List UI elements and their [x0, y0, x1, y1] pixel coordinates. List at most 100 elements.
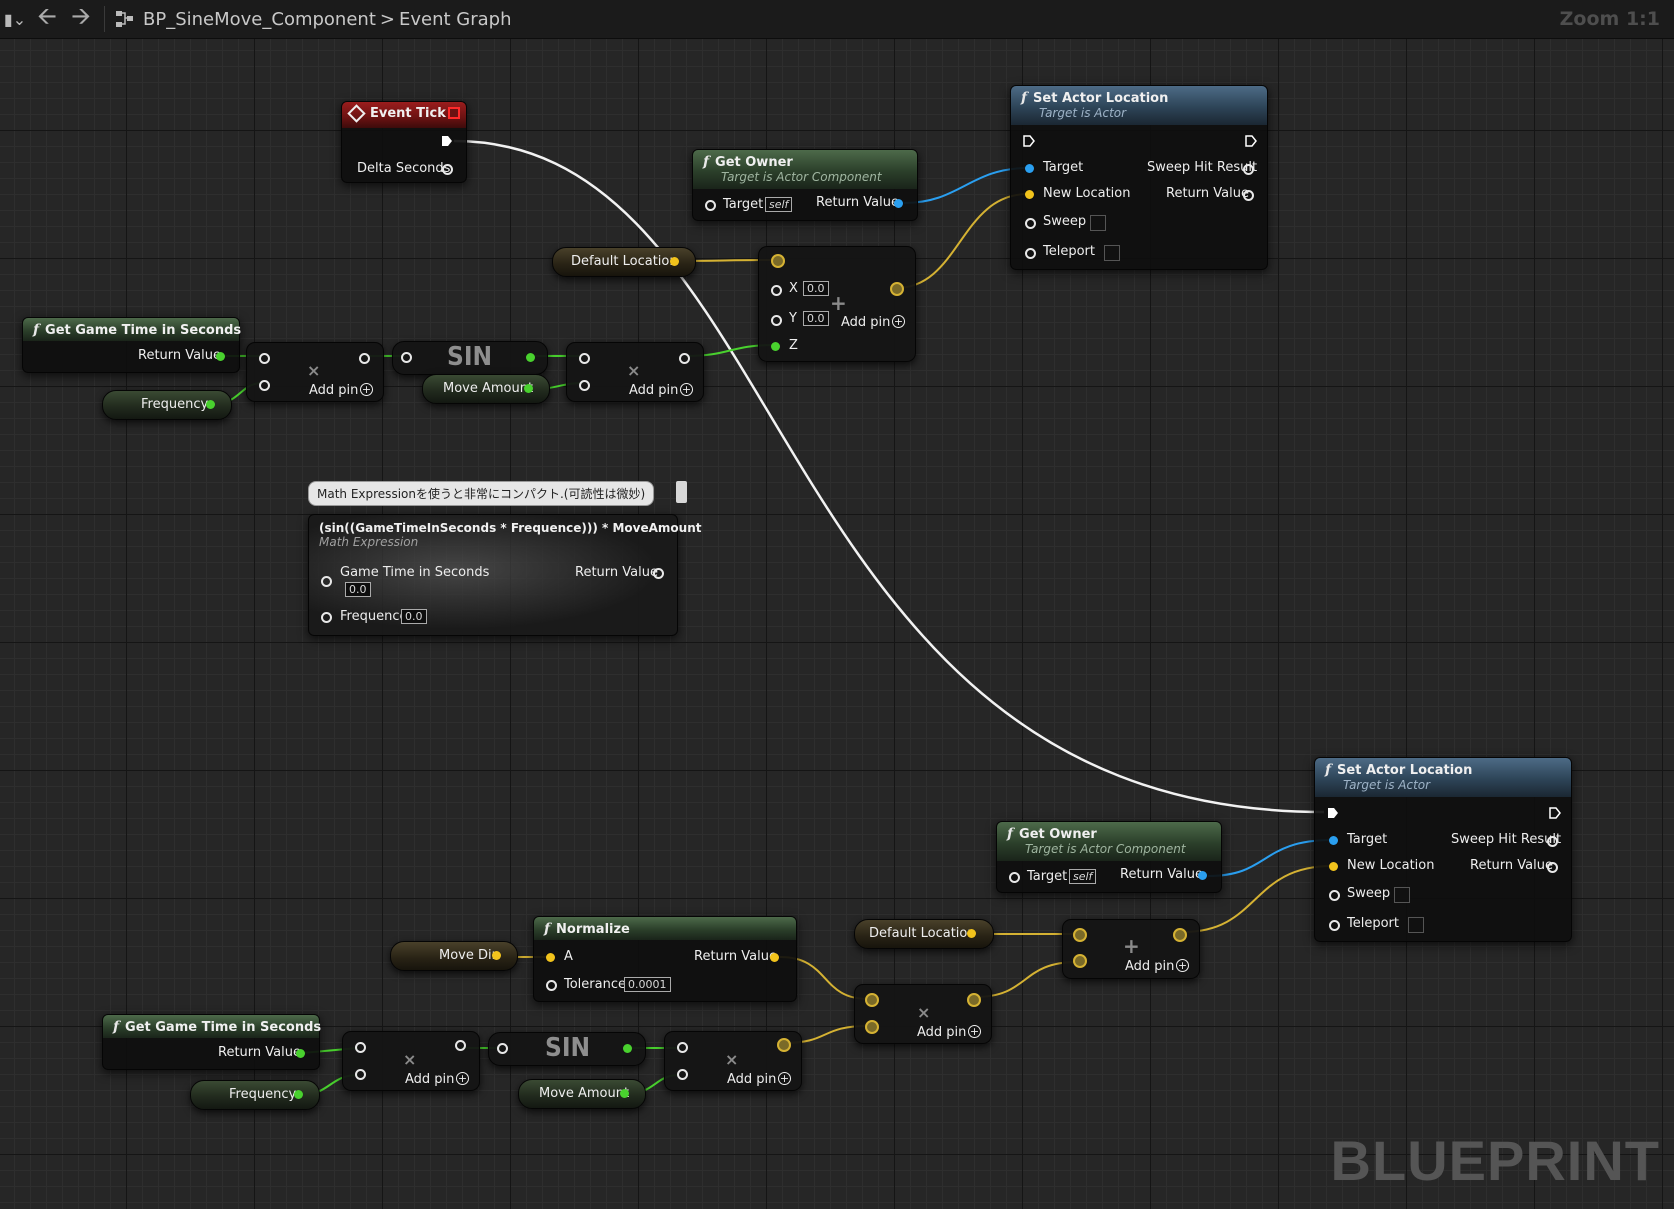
- a-pin[interactable]: [546, 953, 555, 962]
- math-expression-node[interactable]: (sin((GameTimeInSeconds * Frequence))) *…: [308, 514, 701, 636]
- default-location-pin[interactable]: [670, 257, 679, 266]
- b-pin[interactable]: [259, 380, 270, 391]
- teleport-pin[interactable]: [1329, 920, 1340, 931]
- self-value[interactable]: self: [765, 197, 793, 212]
- sin-in-pin[interactable]: [401, 352, 412, 363]
- y-value[interactable]: 0.0: [803, 311, 829, 326]
- exec-out-pin[interactable]: [1245, 135, 1257, 147]
- sin-node-bottom[interactable]: SIN: [488, 1032, 646, 1066]
- target-pin[interactable]: [1009, 872, 1020, 883]
- add-pin-icon[interactable]: +: [892, 315, 905, 328]
- delta-seconds-pin[interactable]: [442, 164, 453, 175]
- sin-out-pin[interactable]: [623, 1044, 632, 1053]
- x-pin[interactable]: [771, 285, 782, 296]
- multiply-node-top-1[interactable]: × Add pin +: [246, 342, 384, 402]
- exec-out-pin[interactable]: [441, 135, 453, 147]
- new-location-pin[interactable]: [1025, 190, 1034, 199]
- tolerance-pin[interactable]: [546, 980, 557, 991]
- exec-in-pin[interactable]: [1327, 807, 1339, 819]
- b-pin[interactable]: [355, 1069, 366, 1080]
- sweep-hit-result-pin[interactable]: [1243, 164, 1254, 175]
- add-pin-icon[interactable]: +: [456, 1072, 469, 1085]
- normalize-node[interactable]: f Normalize A Return Value Tolerance 0.00…: [533, 916, 797, 1002]
- return-value-pin[interactable]: [296, 1049, 305, 1058]
- move-amount-var-bottom[interactable]: Move Amount: [518, 1079, 646, 1109]
- return-value-pin[interactable]: [653, 568, 664, 579]
- multiply-node-bottom-1[interactable]: × Add pin +: [342, 1031, 480, 1091]
- set-actor-location-node-top[interactable]: f Set Actor Location Target is Actor Targ…: [1010, 85, 1268, 270]
- b-pin[interactable]: [579, 380, 590, 391]
- tolerance-value[interactable]: 0.0001: [624, 977, 671, 992]
- target-pin[interactable]: [1329, 836, 1338, 845]
- return-value-pin[interactable]: [216, 352, 225, 361]
- move-dir-var[interactable]: Move Dir: [390, 941, 518, 971]
- teleport-checkbox[interactable]: [1104, 245, 1120, 261]
- game-time-pin[interactable]: [321, 576, 332, 587]
- vector-add-node-bottom[interactable]: + Add pin +: [1062, 919, 1200, 979]
- result-pin[interactable]: [1173, 928, 1187, 942]
- exec-in-pin[interactable]: [1023, 135, 1035, 147]
- frequence-value[interactable]: 0.0: [401, 609, 427, 624]
- get-game-time-node-bottom[interactable]: f Get Game Time in Seconds Return Value: [102, 1014, 321, 1070]
- sweep-checkbox[interactable]: [1394, 887, 1410, 903]
- get-game-time-node-top[interactable]: f Get Game Time in Seconds Return Value: [22, 317, 241, 373]
- move-amount-var-top[interactable]: Move Amount: [422, 374, 550, 404]
- default-location-var-bottom[interactable]: Default Location: [854, 919, 994, 949]
- get-owner-node-bottom[interactable]: f Get Owner Target is Actor Component Tar…: [996, 821, 1222, 893]
- frequency-pin[interactable]: [206, 400, 215, 409]
- result-pin[interactable]: [679, 353, 690, 364]
- breadcrumb-graph[interactable]: Event Graph: [395, 9, 516, 30]
- sweep-pin[interactable]: [1025, 218, 1036, 229]
- move-amount-pin[interactable]: [524, 384, 533, 393]
- result-pin[interactable]: [455, 1040, 466, 1051]
- sweep-checkbox[interactable]: [1090, 215, 1106, 231]
- sweep-pin[interactable]: [1329, 890, 1340, 901]
- game-time-value[interactable]: 0.0: [345, 582, 371, 597]
- add-pin-icon[interactable]: +: [778, 1072, 791, 1085]
- add-pin-icon[interactable]: +: [1176, 959, 1189, 972]
- vector-in-pin[interactable]: [771, 254, 785, 268]
- target-pin[interactable]: [1025, 164, 1034, 173]
- add-pin-icon[interactable]: +: [360, 383, 373, 396]
- sin-in-pin[interactable]: [497, 1043, 508, 1054]
- self-value[interactable]: self: [1069, 869, 1097, 884]
- new-location-pin[interactable]: [1329, 862, 1338, 871]
- a-pin[interactable]: [1073, 928, 1087, 942]
- move-amount-pin[interactable]: [620, 1089, 629, 1098]
- b-pin[interactable]: [677, 1069, 688, 1080]
- a-pin[interactable]: [677, 1042, 688, 1053]
- frequency-pin[interactable]: [294, 1090, 303, 1099]
- z-pin[interactable]: [771, 342, 780, 351]
- default-location-var-top[interactable]: Default Location: [552, 247, 696, 277]
- return-value-pin[interactable]: [1547, 862, 1558, 873]
- return-value-pin[interactable]: [894, 199, 903, 208]
- multiply-node-top-2[interactable]: × Add pin +: [566, 342, 704, 402]
- b-pin[interactable]: [865, 1020, 879, 1034]
- comment-bubble[interactable]: Math Expressionを使うと非常にコンパクト.(可読性は微妙): [308, 481, 655, 506]
- event-delegate-icon[interactable]: [448, 107, 460, 119]
- multiply-vector-node-bottom[interactable]: × Add pin +: [854, 984, 992, 1044]
- result-pin[interactable]: [777, 1038, 791, 1052]
- target-pin[interactable]: [705, 200, 716, 211]
- teleport-checkbox[interactable]: [1408, 917, 1424, 933]
- add-pin-icon[interactable]: +: [968, 1025, 981, 1038]
- frequency-var-bottom[interactable]: Frequency: [190, 1080, 320, 1110]
- sin-node-top[interactable]: SIN: [392, 341, 548, 375]
- multiply-node-bottom-2[interactable]: × Add pin +: [664, 1031, 802, 1091]
- return-value-pin[interactable]: [1198, 871, 1207, 880]
- frequency-var-top[interactable]: Frequency: [102, 390, 232, 420]
- result-pin[interactable]: [967, 993, 981, 1007]
- teleport-pin[interactable]: [1025, 248, 1036, 259]
- back-arrow-icon[interactable]: 🡨: [30, 0, 64, 38]
- default-location-pin[interactable]: [967, 929, 976, 938]
- a-pin[interactable]: [579, 353, 590, 364]
- set-actor-location-node-bottom[interactable]: f Set Actor Location Target is Actor Targ…: [1314, 757, 1572, 942]
- bookmark-dropdown-icon[interactable]: ▮⌄: [0, 0, 30, 38]
- b-pin[interactable]: [1073, 954, 1087, 968]
- a-pin[interactable]: [355, 1042, 366, 1053]
- vector-out-pin[interactable]: [890, 282, 904, 296]
- breadcrumb-blueprint[interactable]: BP_SineMove_Component: [139, 9, 380, 30]
- a-pin[interactable]: [259, 353, 270, 364]
- x-value[interactable]: 0.0: [803, 281, 829, 296]
- return-value-pin[interactable]: [770, 953, 779, 962]
